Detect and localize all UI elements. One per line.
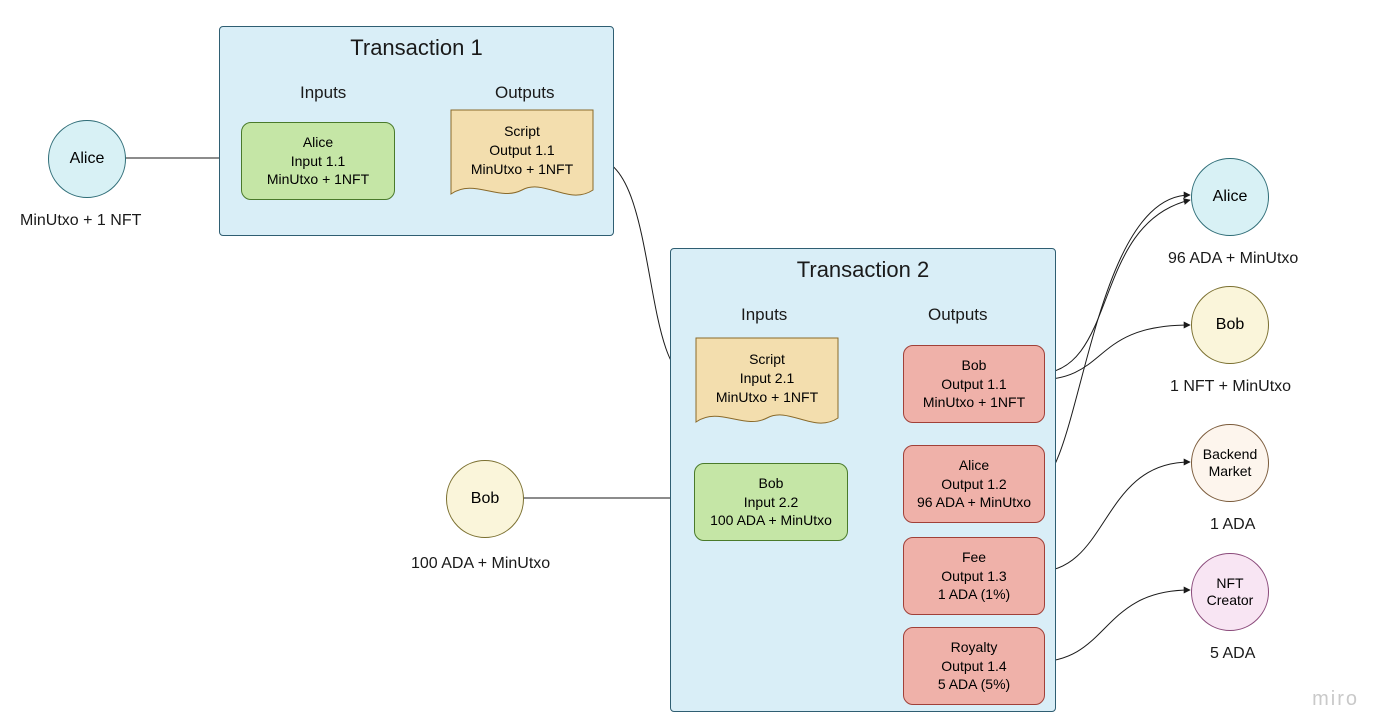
actor-market-caption: 1 ADA bbox=[1210, 516, 1255, 534]
tx1-outputs-label: Outputs bbox=[495, 83, 555, 103]
tx1-input-owner: Alice bbox=[303, 133, 333, 152]
actor-bob-in-caption: 100 ADA + MinUtxo bbox=[411, 555, 550, 573]
out-alice-owner: Alice bbox=[959, 456, 989, 475]
tx1-input-alice: Alice Input 1.1 MinUtxo + 1NFT bbox=[241, 122, 395, 200]
tx1-title: Transaction 1 bbox=[220, 35, 613, 61]
tx2-inputs-label: Inputs bbox=[741, 305, 787, 325]
out-roy-owner: Royalty bbox=[951, 638, 998, 657]
tx2-output-fee: Fee Output 1.3 1 ADA (1%) bbox=[903, 537, 1045, 615]
tx1-output-script: Script Output 1.1 MinUtxo + 1NFT bbox=[449, 108, 595, 208]
out-roy-value: 5 ADA (5%) bbox=[938, 675, 1010, 694]
actor-bob-out: Bob bbox=[1191, 286, 1269, 364]
tx2-outputs-label: Outputs bbox=[928, 305, 988, 325]
tx1-output-value: MinUtxo + 1NFT bbox=[471, 161, 573, 177]
tx2-input-bob: Bob Input 2.2 100 ADA + MinUtxo bbox=[694, 463, 848, 541]
actor-bob-out-label: Bob bbox=[1216, 315, 1244, 334]
actor-alice-out-caption: 96 ADA + MinUtxo bbox=[1168, 250, 1298, 268]
actor-market-label: Backend Market bbox=[1192, 446, 1268, 480]
actor-alice-in-label: Alice bbox=[70, 149, 105, 168]
out-bob-name: Output 1.1 bbox=[941, 375, 1006, 394]
actor-bob-out-caption: 1 NFT + MinUtxo bbox=[1170, 378, 1291, 396]
actor-bob-in-label: Bob bbox=[471, 489, 499, 508]
out-fee-name: Output 1.3 bbox=[941, 567, 1006, 586]
actor-alice-out: Alice bbox=[1191, 158, 1269, 236]
tx2-output-alice: Alice Output 1.2 96 ADA + MinUtxo bbox=[903, 445, 1045, 523]
tx2-bob-value: 100 ADA + MinUtxo bbox=[710, 511, 832, 530]
out-fee-owner: Fee bbox=[962, 548, 986, 567]
out-fee-value: 1 ADA (1%) bbox=[938, 585, 1010, 604]
tx1-inputs-label: Inputs bbox=[300, 83, 346, 103]
actor-alice-out-label: Alice bbox=[1213, 187, 1248, 206]
tx1-output-name: Output 1.1 bbox=[489, 142, 554, 158]
tx2-script-owner: Script bbox=[749, 351, 785, 367]
out-roy-name: Output 1.4 bbox=[941, 657, 1006, 676]
out-bob-owner: Bob bbox=[962, 356, 987, 375]
tx2-output-bob: Bob Output 1.1 MinUtxo + 1NFT bbox=[903, 345, 1045, 423]
tx2-bob-owner: Bob bbox=[759, 474, 784, 493]
tx2-input-script: Script Input 2.1 MinUtxo + 1NFT bbox=[694, 336, 840, 436]
out-bob-value: MinUtxo + 1NFT bbox=[923, 393, 1025, 412]
diagram-canvas: Transaction 1 Inputs Outputs Alice Input… bbox=[0, 0, 1377, 725]
tx2-script-value: MinUtxo + 1NFT bbox=[716, 389, 818, 405]
watermark: miro bbox=[1312, 688, 1359, 711]
actor-creator: NFT Creator bbox=[1191, 553, 1269, 631]
actor-bob-in: Bob bbox=[446, 460, 524, 538]
out-alice-name: Output 1.2 bbox=[941, 475, 1006, 494]
tx2-output-royalty: Royalty Output 1.4 5 ADA (5%) bbox=[903, 627, 1045, 705]
tx1-output-owner: Script bbox=[504, 123, 540, 139]
tx2-script-name: Input 2.1 bbox=[740, 370, 795, 386]
actor-creator-caption: 5 ADA bbox=[1210, 645, 1255, 663]
tx1-input-name: Input 1.1 bbox=[291, 152, 346, 171]
out-alice-value: 96 ADA + MinUtxo bbox=[917, 493, 1031, 512]
tx1-input-value: MinUtxo + 1NFT bbox=[267, 170, 369, 189]
actor-alice-in: Alice bbox=[48, 120, 126, 198]
actor-creator-label: NFT Creator bbox=[1192, 575, 1268, 609]
tx2-bob-name: Input 2.2 bbox=[744, 493, 799, 512]
actor-market: Backend Market bbox=[1191, 424, 1269, 502]
actor-alice-in-caption: MinUtxo + 1 NFT bbox=[20, 212, 141, 230]
tx2-title: Transaction 2 bbox=[671, 257, 1055, 283]
